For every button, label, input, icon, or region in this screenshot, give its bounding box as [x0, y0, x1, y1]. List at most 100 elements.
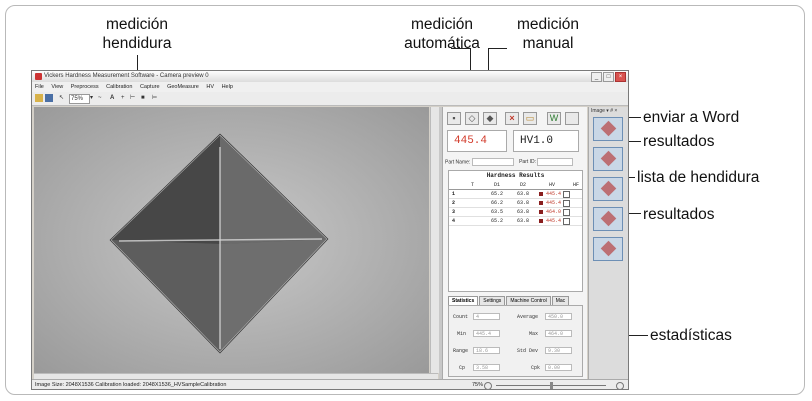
- min-label: Min: [457, 331, 467, 337]
- blank-tool-icon[interactable]: [565, 112, 579, 125]
- count-field: 4: [473, 313, 500, 320]
- callout-resultados-top: resultados: [643, 133, 715, 150]
- leader-line-auto-h: [451, 48, 470, 49]
- callout-resultados-table: resultados: [643, 206, 715, 223]
- max-field: 464.0: [545, 330, 572, 337]
- camera-icon[interactable]: ■: [141, 94, 145, 102]
- zoom-in-icon[interactable]: [616, 382, 624, 389]
- average-label: Average: [517, 314, 539, 320]
- app-icon: [35, 73, 42, 80]
- row-d2: 63.8: [517, 218, 530, 224]
- zoom-out-icon[interactable]: [484, 382, 492, 389]
- menu-geomeasure[interactable]: GeoMeasure: [167, 84, 199, 90]
- open-folder-icon[interactable]: ▭: [523, 112, 537, 125]
- window-controls: _ □ ×: [591, 72, 626, 82]
- menu-preprocess[interactable]: Preprocess: [71, 84, 99, 90]
- menu-hv[interactable]: HV: [206, 84, 214, 90]
- manual-measure-button[interactable]: ◆: [483, 112, 497, 125]
- cpk-label: Cpk: [531, 365, 541, 371]
- callout-estadisticas: estadísticas: [650, 327, 732, 344]
- title-bar: Vickers Hardness Measurement Software - …: [32, 71, 628, 82]
- panel-tabs: Statistics Settings Machine Control Mac: [448, 296, 588, 307]
- vertical-scrollbar[interactable]: [430, 107, 439, 373]
- part-id-field[interactable]: [537, 158, 574, 166]
- row-number: 1: [452, 191, 456, 197]
- table-row[interactable]: 3 63.5 63.8 464.0: [449, 208, 582, 217]
- indentation-image[interactable]: [34, 107, 429, 373]
- row-hv: 464.0: [546, 209, 562, 215]
- col-d2: D2: [520, 182, 527, 188]
- part-name-field[interactable]: [471, 158, 514, 166]
- callout-text-1a: medición: [105, 16, 169, 33]
- max-label: Max: [529, 331, 539, 337]
- row-checkbox[interactable]: [563, 200, 570, 207]
- cpk-field: 0.00: [545, 364, 572, 371]
- thumbnail-item[interactable]: [593, 147, 623, 171]
- send-to-word-button[interactable]: W: [547, 112, 561, 125]
- camera-image[interactable]: [34, 107, 429, 373]
- open-icon[interactable]: [35, 94, 43, 102]
- hv-scale-display: HV1.0: [513, 130, 579, 152]
- row-checkbox[interactable]: [563, 191, 570, 198]
- table-title: Hardness Results: [486, 172, 545, 179]
- pointer-icon[interactable]: ↖: [59, 94, 64, 102]
- zoom-slider-thumb[interactable]: [550, 382, 553, 389]
- thumbnail-item[interactable]: [593, 237, 623, 261]
- angle-tool-icon[interactable]: ⊢: [130, 94, 135, 102]
- close-button[interactable]: ×: [615, 72, 626, 82]
- indentation-list: Image ▾ # ×: [588, 107, 628, 379]
- row-d2: 63.8: [517, 209, 530, 215]
- menu-bar: File View Preprocess Calibration Capture…: [32, 82, 628, 92]
- table-row[interactable]: 1 65.2 63.8 445.4: [449, 190, 582, 199]
- minimize-button[interactable]: _: [591, 72, 602, 82]
- row-hv: 445.4: [546, 191, 562, 197]
- video-icon[interactable]: ▪: [447, 112, 461, 125]
- range-field: 18.6: [473, 347, 500, 354]
- count-label: Count: [453, 314, 469, 320]
- average-field: 450.0: [545, 313, 572, 320]
- color-swatch: [539, 210, 543, 214]
- thumbnail-item[interactable]: [593, 177, 623, 201]
- min-field: 445.4: [473, 330, 500, 337]
- callout-medicion-hendidura: medición hendidura: [92, 15, 182, 53]
- window-title: Vickers Hardness Measurement Software - …: [44, 73, 209, 79]
- row-checkbox[interactable]: [563, 218, 570, 225]
- row-number: 3: [452, 209, 456, 215]
- row-checkbox[interactable]: [563, 209, 570, 216]
- status-zoom: 75%: [472, 382, 484, 388]
- maximize-button[interactable]: □: [603, 72, 614, 82]
- callout-text-2b: automática: [404, 35, 480, 52]
- color-swatch: [539, 219, 543, 223]
- thumbnail-item[interactable]: [593, 207, 623, 231]
- thumbnail-item[interactable]: [593, 117, 623, 141]
- zoom-select[interactable]: 75%: [69, 94, 90, 104]
- std-dev-label: Std Dev: [517, 348, 539, 354]
- hardness-results-table: Hardness Results T D1 D2 HV HF 1 65.2 63…: [448, 170, 583, 292]
- callout-medicion-automatica: medición automática: [397, 15, 487, 53]
- menu-calibration[interactable]: Calibration: [106, 84, 132, 90]
- app-window: Vickers Hardness Measurement Software - …: [31, 70, 629, 390]
- crosshair-icon[interactable]: +: [121, 94, 125, 102]
- statistics-panel: Count 4 Average 450.0 Min 445.4 Max 464.…: [448, 305, 583, 377]
- menu-capture[interactable]: Capture: [140, 84, 160, 90]
- auto-measure-button[interactable]: ◇: [465, 112, 479, 125]
- save-icon[interactable]: [45, 94, 53, 102]
- delete-icon[interactable]: ×: [505, 112, 519, 125]
- text-tool-icon[interactable]: A: [110, 94, 114, 102]
- part-id-label: Part ID:: [519, 159, 537, 166]
- row-number: 2: [452, 200, 456, 206]
- chevron-down-icon[interactable]: ▾: [90, 94, 93, 102]
- row-hv: 445.4: [546, 200, 562, 206]
- line-tool-icon[interactable]: ~: [98, 94, 102, 102]
- menu-view[interactable]: View: [51, 84, 63, 90]
- cp-label: Cp: [459, 365, 466, 371]
- gallery-header: Image ▾ # ×: [591, 108, 618, 114]
- menu-file[interactable]: File: [35, 84, 44, 90]
- part-name-label: Part Name:: [445, 159, 471, 166]
- leader-line-manual-h: [488, 48, 507, 49]
- menu-help[interactable]: Help: [222, 84, 233, 90]
- table-row[interactable]: 4 65.2 63.8 445.4: [449, 217, 582, 226]
- callout-text-2a: medición: [410, 16, 474, 33]
- table-row[interactable]: 2 66.2 63.8 445.4: [449, 199, 582, 208]
- ruler-icon[interactable]: ⊨: [152, 94, 157, 102]
